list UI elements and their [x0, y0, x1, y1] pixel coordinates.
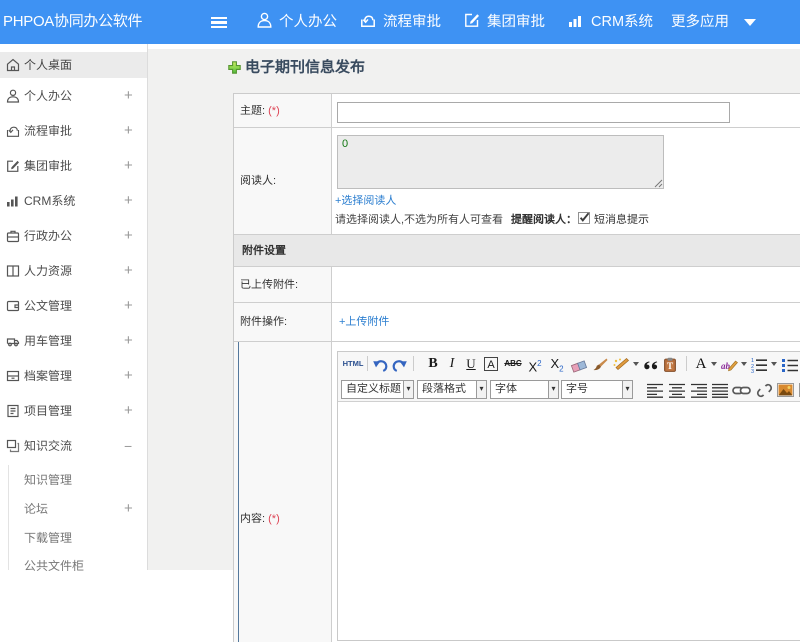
svg-text:3: 3 — [751, 369, 754, 373]
svg-text:T: T — [667, 361, 673, 371]
